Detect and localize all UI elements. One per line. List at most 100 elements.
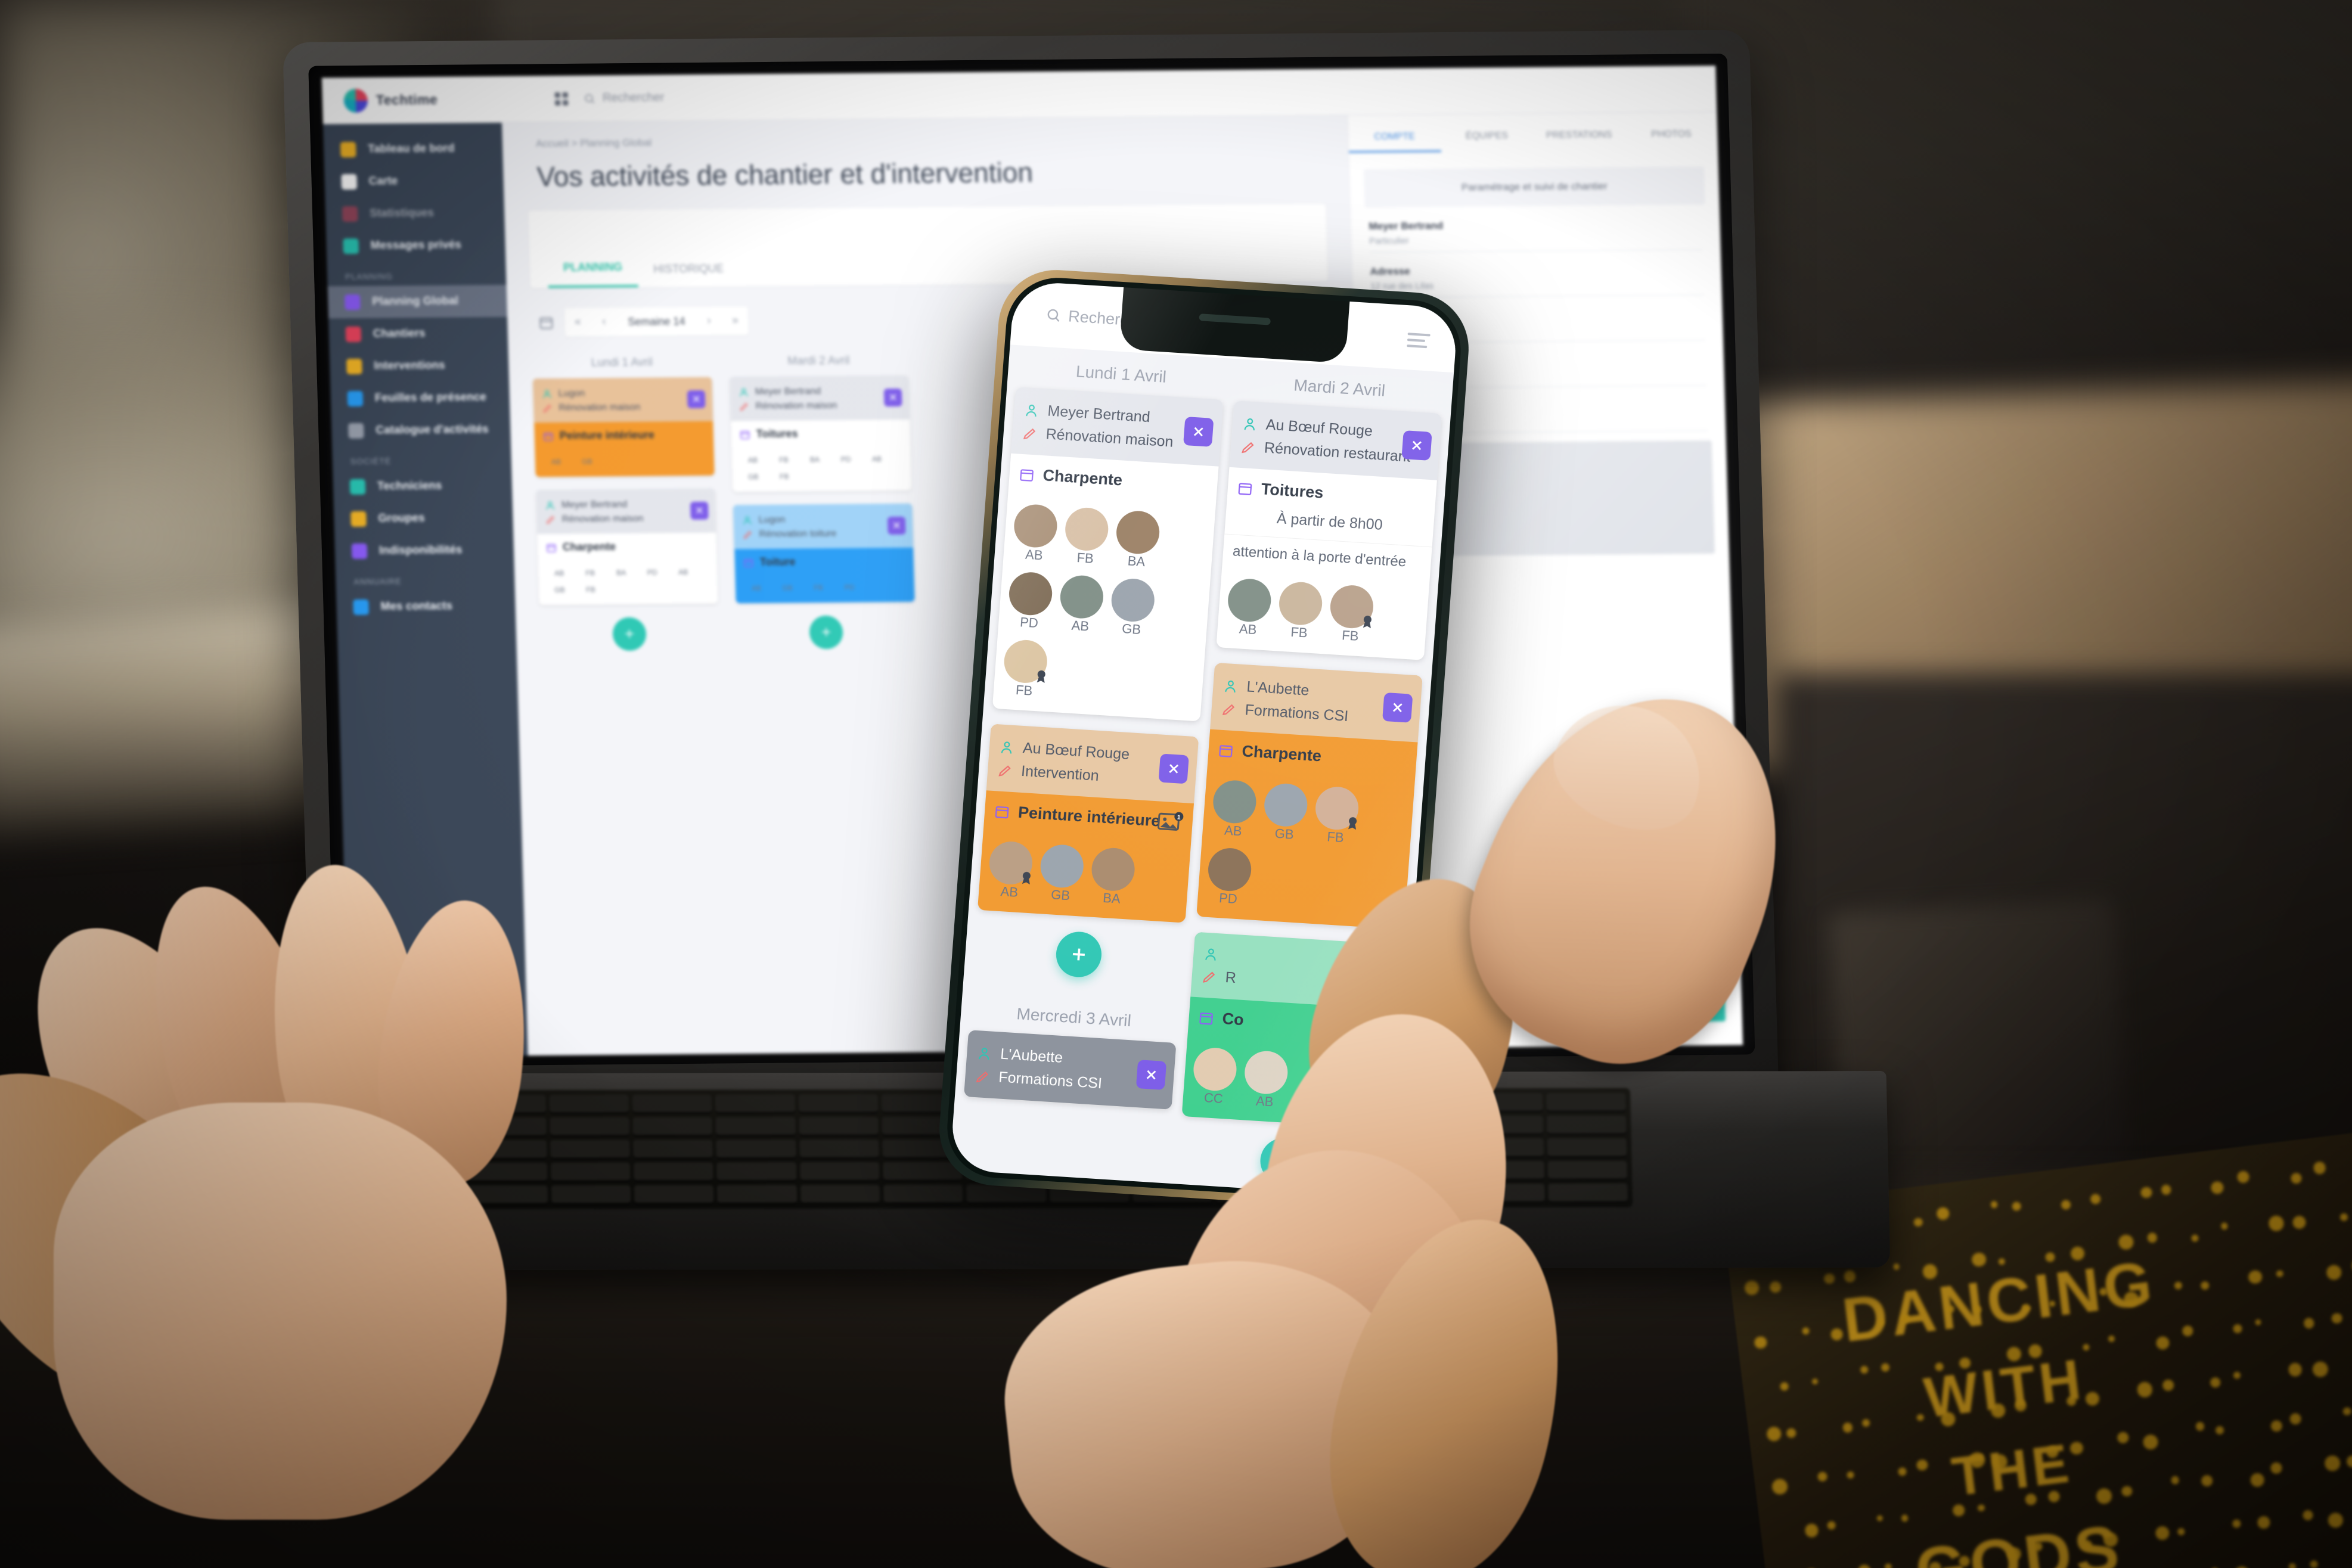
current-week-label: Semaine 14 — [617, 315, 696, 328]
avatar[interactable]: GB — [1109, 577, 1157, 638]
sidebar-item-messages-priv-s[interactable]: Messages privés — [326, 229, 506, 263]
sidebar-item-catalogue-d-activit-s[interactable]: Catalogue d'activités — [331, 414, 511, 448]
avatar-initials: PD — [647, 568, 657, 576]
avatar[interactable]: GB — [741, 471, 767, 482]
avatar-initials: FB — [1290, 625, 1308, 641]
avatar[interactable]: AB — [744, 583, 769, 594]
card-close-button[interactable]: ✕ — [884, 389, 902, 406]
avatar[interactable]: AB — [1057, 575, 1106, 635]
avatar[interactable]: FB — [578, 567, 603, 578]
grid-icon[interactable] — [555, 92, 569, 105]
avatar[interactable]: AB — [1225, 577, 1274, 638]
sidebar-item-interventions[interactable]: Interventions — [330, 349, 510, 383]
avatar[interactable]: FB — [806, 582, 831, 593]
avatar[interactable]: AB — [547, 568, 572, 579]
avatar[interactable]: BA — [1114, 510, 1162, 570]
avatar[interactable]: FB — [771, 454, 797, 465]
planning-card[interactable]: Lugon Rénovation toiture ✕ Toiture AB GB FB PD — [733, 504, 915, 604]
avatar[interactable]: PD — [640, 567, 665, 577]
sidebar-item-indisponibilit-s[interactable]: Indisponibilités — [334, 534, 514, 568]
planning-card[interactable]: Meyer Bertrand Rénovation maison ✕ Toitures… — [730, 375, 911, 492]
card-client-row: Meyer Bertrand — [545, 497, 708, 513]
sidebar-item-carte[interactable]: Carte — [324, 164, 504, 198]
avatar[interactable]: GB — [575, 456, 600, 467]
week-selector[interactable]: « ‹ Semaine 14 › » — [564, 306, 749, 337]
planning-card[interactable]: Meyer Bertrand Rénovation maison ✕ Charpent… — [536, 489, 718, 606]
tab-historique[interactable]: HISTORIQUE — [638, 262, 740, 287]
avatar[interactable]: AB — [671, 567, 696, 577]
sidebar-item-techniciens[interactable]: Techniciens — [333, 470, 513, 504]
avatar-initials: AB — [1239, 621, 1257, 637]
column-day-label: Lundi 1 Avril — [532, 356, 712, 379]
card-client-row: Lugon — [541, 386, 704, 401]
card-close-button[interactable]: ✕ — [888, 517, 906, 535]
phone-planning-card[interactable]: Au Bœuf Rouge Rénovation restaurant Toitur… — [1216, 400, 1442, 660]
card-job-row: Rénovation maison — [545, 511, 708, 527]
planning-card[interactable]: Lugon Rénovation maison ✕ Peinture intérieu… — [533, 377, 715, 477]
detail-tab-prestations[interactable]: PRESTATIONS — [1533, 129, 1626, 151]
sidebar-item-tableau-de-bord[interactable]: Tableau de bord — [323, 132, 503, 166]
sidebar-item-mes-contacts[interactable]: Mes contacts — [336, 590, 516, 624]
phone-card-close-button[interactable] — [1183, 417, 1214, 447]
avatar-initials: GB — [582, 457, 592, 465]
phone-card-close-button[interactable] — [1401, 430, 1432, 461]
avatar-initials: GB — [748, 473, 759, 481]
card-job: Rénovation maison — [755, 400, 837, 412]
card-job-row: Rénovation toiture — [742, 526, 905, 542]
next-button[interactable]: › — [696, 307, 722, 336]
pencil-icon — [742, 529, 753, 540]
card-client: Lugon — [558, 389, 585, 399]
calendar-off-icon — [352, 544, 368, 559]
card-job-row: Rénovation maison — [739, 398, 901, 414]
person-icon — [1023, 402, 1040, 418]
hamburger-menu-icon[interactable] — [1407, 333, 1431, 348]
detail-tab-photos[interactable]: PHOTOS — [1625, 129, 1718, 150]
detail-tab-équipes[interactable]: ÉQUIPES — [1441, 131, 1534, 152]
avatar-photo — [1008, 571, 1054, 616]
avatar[interactable]: AB — [864, 454, 890, 464]
avatar[interactable]: AB — [740, 455, 766, 465]
avatar[interactable]: PD — [1007, 571, 1055, 632]
avatar[interactable]: GB — [547, 585, 573, 595]
card-close-button[interactable]: ✕ — [690, 502, 709, 520]
phone-card-activity-label: Toitures — [1261, 480, 1324, 502]
avatar[interactable]: GB — [775, 582, 800, 593]
avatar[interactable]: BA — [609, 567, 634, 578]
sidebar-item-statistiques[interactable]: Statistiques — [325, 197, 505, 231]
prev-button[interactable]: ‹ — [591, 308, 618, 336]
add-activity-button[interactable]: + — [612, 617, 647, 651]
sidebar-item-planning-global[interactable]: Planning Global — [328, 285, 508, 319]
avatar[interactable]: FB — [1063, 507, 1111, 567]
sidebar-item-chantiers[interactable]: Chantiers — [328, 317, 508, 351]
avatar-initials: AB — [551, 458, 561, 466]
sidebar-item-groupes[interactable]: Groupes — [334, 502, 514, 536]
avatar-initials: AB — [554, 569, 564, 577]
search-input[interactable]: Rechercher — [583, 82, 1120, 110]
avatar[interactable]: FB — [1277, 581, 1325, 642]
avatar[interactable]: PD — [833, 454, 859, 465]
card-close-button[interactable]: ✕ — [687, 390, 706, 408]
avatar[interactable]: PD — [837, 582, 862, 592]
avatar[interactable]: FB — [578, 584, 604, 595]
avatar[interactable]: AB — [544, 457, 569, 467]
add-activity-button[interactable]: + — [809, 616, 843, 649]
sidebar-item-feuilles-de-pr-sence[interactable]: Feuilles de présence — [330, 381, 510, 415]
app-logo[interactable]: Techtime — [322, 87, 537, 113]
avatar[interactable]: BA — [802, 454, 828, 465]
logo-text: Techtime — [376, 92, 438, 108]
dashboard-icon — [340, 142, 356, 157]
certified-badge-icon — [1359, 613, 1376, 630]
detail-tab-compte[interactable]: COMPTE — [1348, 131, 1441, 153]
avatar[interactable]: FB — [1327, 584, 1376, 645]
next-next-button[interactable]: » — [722, 306, 749, 335]
avatar[interactable]: AB — [1011, 503, 1060, 564]
phone-planning-card[interactable]: Meyer Bertrand Rénovation maison Charpente… — [992, 387, 1224, 721]
avatar[interactable]: FB — [772, 471, 798, 482]
avatar-initials: BA — [1127, 553, 1146, 569]
calendar-icon — [538, 315, 554, 330]
detail-field: Meyer Bertrand Particulier — [1369, 218, 1703, 253]
logo-mark-icon — [343, 88, 368, 112]
prev-prev-button[interactable]: « — [564, 308, 591, 337]
tab-planning[interactable]: PLANNING — [548, 261, 638, 288]
person-icon — [1242, 416, 1258, 433]
